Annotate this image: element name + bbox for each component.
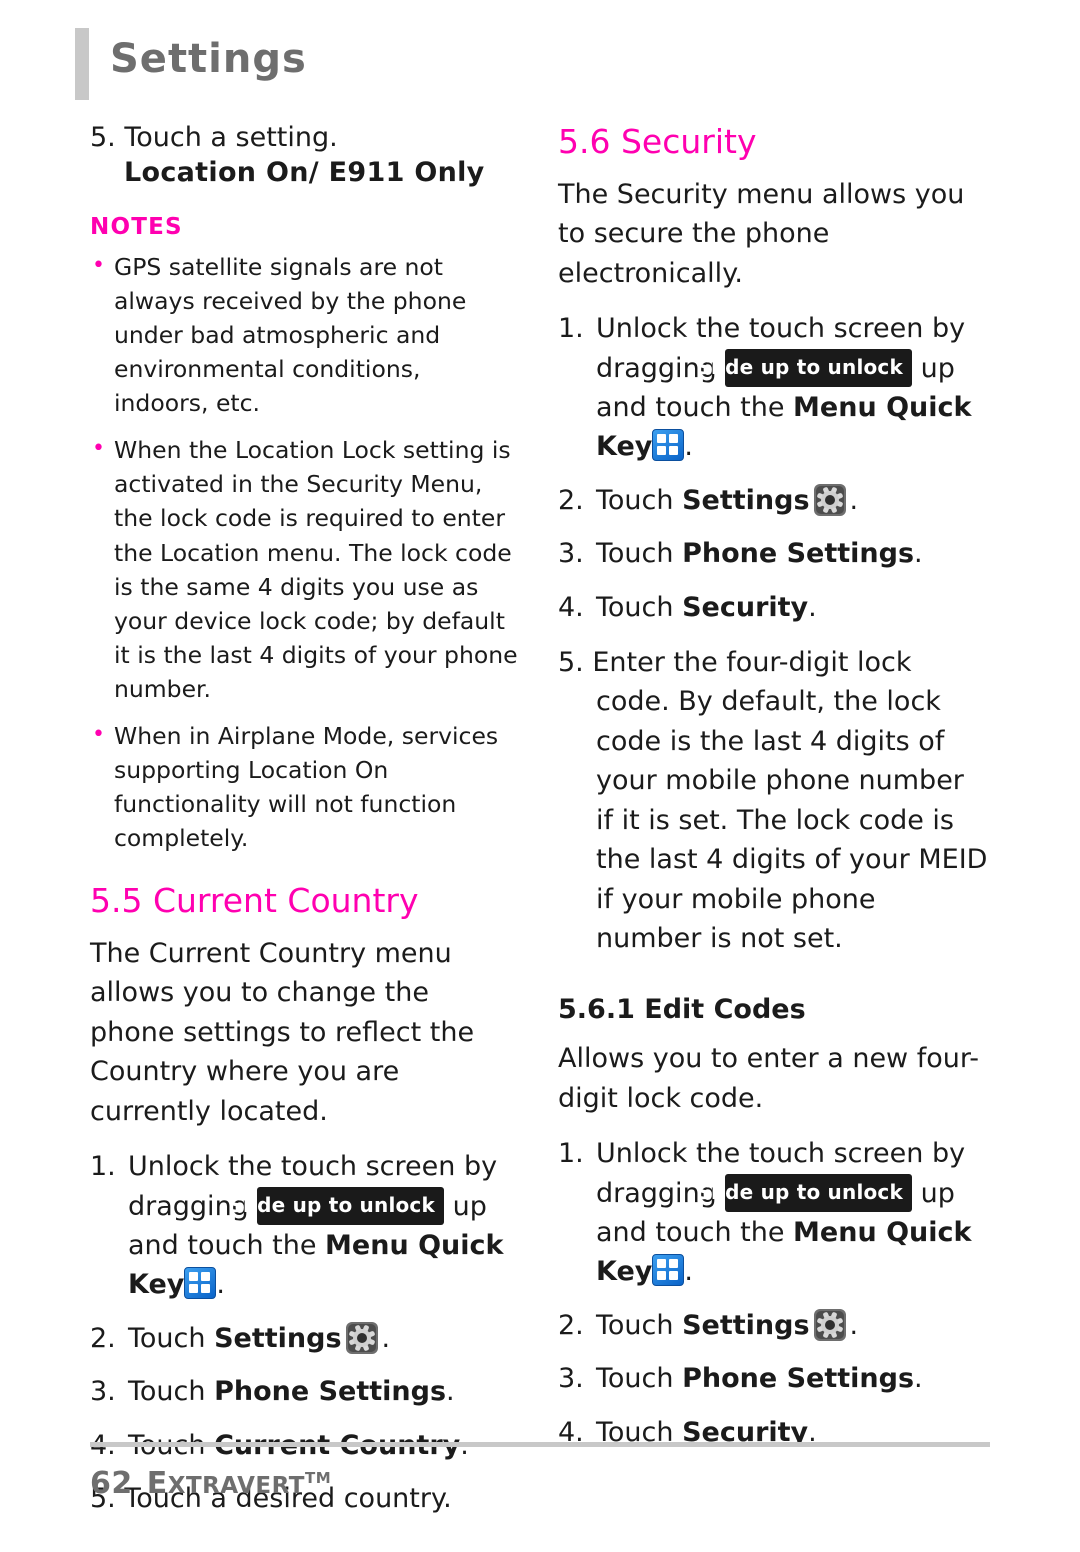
- note-item: • When in Airplane Mode, services suppor…: [90, 719, 520, 855]
- note-item: • GPS satellite signals are not always r…: [90, 250, 520, 420]
- left-column: 5. Touch a setting. Location On/ E911 On…: [90, 122, 520, 1524]
- note-text: GPS satellite signals are not always rec…: [114, 253, 467, 418]
- step-period: .: [849, 484, 859, 516]
- step-period: .: [684, 431, 693, 463]
- slide-up-to-unlock-badge: Slide up to unlock: [696, 348, 912, 387]
- step-number: 3.: [558, 538, 584, 570]
- settings-gear-icon: [810, 1308, 850, 1342]
- note-item: • When the Location Lock setting is acti…: [90, 433, 520, 706]
- page-title: Settings: [110, 36, 307, 82]
- step-text: Touch: [596, 538, 674, 570]
- section-heading-security: 5.6 Security: [558, 122, 757, 161]
- step-2-touch-settings: 2. Touch Settings .: [90, 1319, 520, 1358]
- bullet-icon: •: [92, 253, 105, 278]
- manual-page: Settings 5. Touch a setting. Location On…: [0, 0, 1080, 1552]
- section-intro-security: The Security menu allows you to secure t…: [558, 179, 965, 289]
- step-period: .: [808, 591, 817, 623]
- step-5-enter-lock-code: 5. Enter the four-digit lock code. By de…: [558, 647, 988, 954]
- settings-label: Settings: [214, 1322, 342, 1354]
- page-number: 62: [90, 1466, 133, 1501]
- step-period: .: [914, 538, 923, 570]
- step-1-unlock: 1. Unlock the touch screen by dragging Sl…: [90, 1147, 520, 1305]
- step-period: .: [849, 1309, 859, 1341]
- header-accent-bar: [75, 28, 89, 100]
- notes-heading: NOTES: [90, 214, 183, 240]
- slide-up-to-unlock-badge: Slide up to unlock: [228, 1186, 444, 1225]
- section-heading-current-country: 5.5 Current Country: [90, 881, 419, 921]
- step-period: .: [684, 1256, 693, 1288]
- note-text: When in Airplane Mode, services supporti…: [114, 721, 499, 852]
- slide-up-to-unlock-badge: Slide up to unlock: [696, 1173, 912, 1212]
- note-text: When the Location Lock setting is activa…: [114, 436, 518, 703]
- step-text: Touch: [128, 1376, 206, 1408]
- settings-label: Settings: [682, 484, 810, 516]
- menu-quick-key-icon: [652, 1254, 685, 1287]
- step-number: 2.: [558, 484, 584, 516]
- step-number: 2.: [90, 1322, 116, 1354]
- phone-settings-label: Phone Settings: [214, 1376, 447, 1408]
- step-3-touch-phone-settings: 3. Touch Phone Settings.: [558, 534, 988, 573]
- phone-settings-label: Phone Settings: [682, 1363, 915, 1395]
- step-number: 1.: [90, 1151, 116, 1183]
- menu-quick-key-icon: [652, 429, 685, 462]
- security-label: Security: [682, 591, 809, 623]
- step-period: .: [381, 1322, 391, 1354]
- model-name: EXTRAVERT: [146, 1466, 305, 1501]
- trademark-mark: TM: [305, 1469, 332, 1487]
- step-period: .: [446, 1376, 455, 1408]
- step-period: .: [914, 1363, 923, 1395]
- step-2-touch-settings: 2. Touch Settings .: [558, 1306, 988, 1345]
- bullet-icon: •: [92, 436, 105, 462]
- step-3-touch-phone-settings: 3. Touch Phone Settings.: [90, 1372, 520, 1411]
- subsection-intro-edit-codes: Allows you to enter a new four-digit loc…: [558, 1043, 979, 1114]
- settings-label: Settings: [682, 1309, 810, 1341]
- step-4-touch-security: 4. Touch Security.: [558, 588, 988, 627]
- page-header: Settings: [0, 0, 1080, 112]
- step-text: Touch: [596, 484, 674, 516]
- step-3-touch-phone-settings: 3. Touch Phone Settings.: [558, 1359, 988, 1398]
- subheading-location-on: Location On/ E911 Only: [124, 157, 485, 188]
- menu-quick-key-icon: [184, 1267, 217, 1300]
- step-text: Touch: [128, 1322, 206, 1354]
- step-touch-a-setting: 5. Touch a setting.: [90, 122, 338, 153]
- step-1-unlock: 1. Unlock the touch screen by dragging Sl…: [558, 309, 988, 467]
- step-number: 4.: [558, 591, 584, 623]
- step-1-unlock: 1. Unlock the touch screen by dragging Sl…: [558, 1134, 988, 1292]
- step-period: .: [216, 1269, 225, 1301]
- step-number: 3.: [90, 1376, 116, 1408]
- step-2-touch-settings: 2. Touch Settings .: [558, 481, 988, 520]
- step-text: Touch: [596, 591, 674, 623]
- right-column: 5.6 Security The Security menu allows yo…: [558, 122, 988, 1458]
- step-number: 1.: [558, 313, 584, 345]
- step-text: Touch: [596, 1309, 674, 1341]
- step-text: Touch: [596, 1363, 674, 1395]
- section-intro-current-country: The Current Country menu allows you to c…: [90, 938, 475, 1127]
- phone-settings-label: Phone Settings: [682, 538, 915, 570]
- footer-divider: [90, 1442, 990, 1447]
- step-number: 2.: [558, 1309, 584, 1341]
- settings-gear-icon: [810, 483, 850, 517]
- settings-gear-icon: [342, 1321, 382, 1355]
- page-footer: 62 EXTRAVERTTM: [90, 1466, 331, 1501]
- step-number: 1.: [558, 1138, 584, 1170]
- step-number: 3.: [558, 1363, 584, 1395]
- bullet-icon: •: [92, 721, 105, 747]
- subsection-heading-edit-codes: 5.6.1 Edit Codes: [558, 994, 806, 1026]
